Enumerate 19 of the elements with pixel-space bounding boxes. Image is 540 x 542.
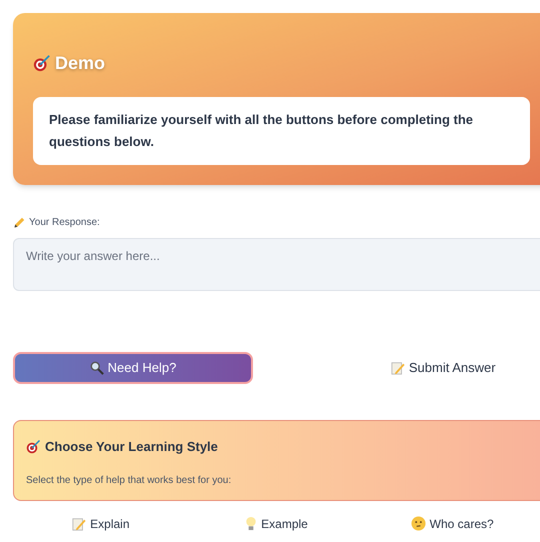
notice-text: Please familiarize yourself with all the buttons before completing the questions below. bbox=[49, 111, 474, 151]
memo-icon bbox=[72, 516, 86, 530]
help-button[interactable]: Need Help? bbox=[13, 352, 253, 384]
target-icon bbox=[33, 54, 51, 72]
target-icon bbox=[26, 439, 41, 454]
style-option-button[interactable]: Explain bbox=[72, 514, 130, 532]
magnifier-icon bbox=[90, 361, 104, 375]
submit-button[interactable]: Submit Answer bbox=[306, 352, 540, 384]
lightbulb-icon bbox=[245, 516, 258, 531]
style-option-button[interactable]: Example bbox=[245, 514, 308, 532]
answer-field[interactable]: Write your answer here... bbox=[13, 238, 540, 291]
header-title: Demo bbox=[55, 52, 106, 75]
memo-icon bbox=[390, 361, 405, 375]
response-label: Your Response: bbox=[29, 216, 100, 230]
thinking-face-icon bbox=[410, 516, 426, 531]
learning-style-title: Choose Your Learning Style bbox=[45, 438, 218, 456]
style-option-button[interactable]: Who cares? bbox=[410, 514, 494, 532]
pencil-icon bbox=[13, 216, 25, 228]
learning-style-subtitle: Select the type of help that works best for you: bbox=[26, 474, 232, 488]
